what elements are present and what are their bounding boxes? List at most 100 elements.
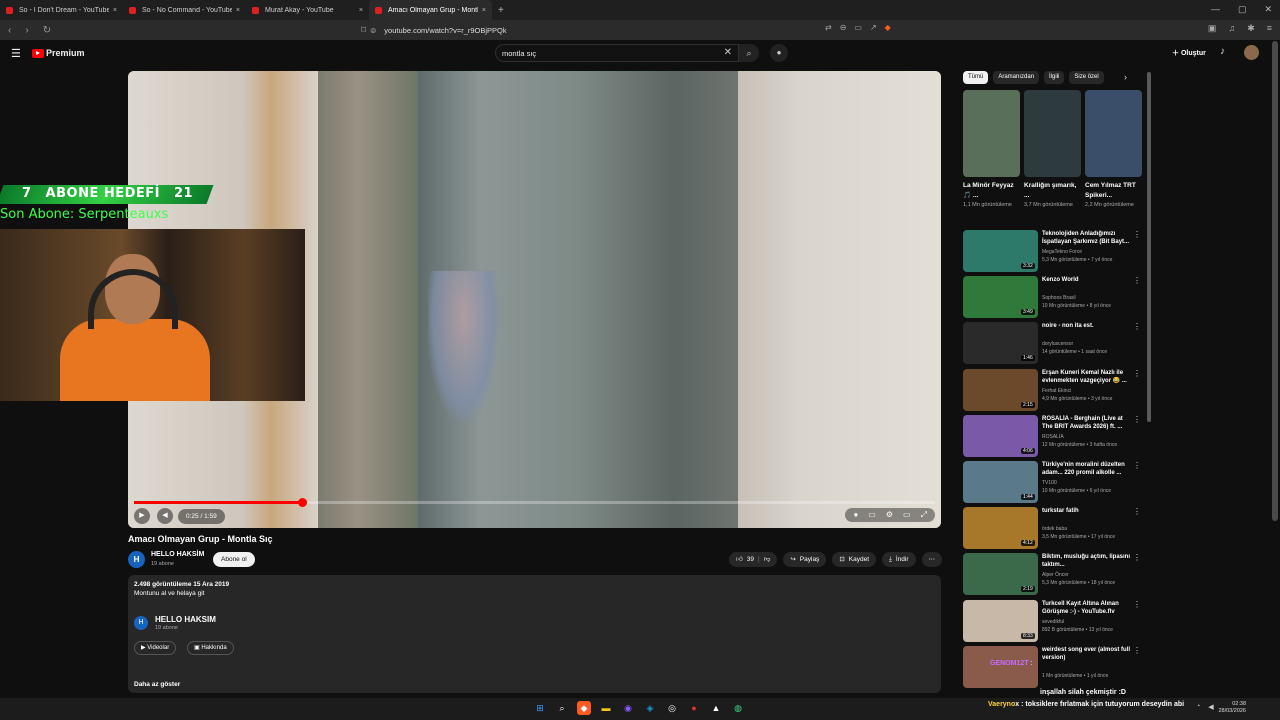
volume-tray-icon[interactable]: ◀	[1208, 703, 1213, 711]
translate-icon[interactable]: ⇄	[825, 23, 832, 32]
recommendation-title[interactable]: turkstar fatih	[1042, 507, 1132, 515]
reload-icon[interactable]: ↻	[43, 25, 51, 36]
recommendation-channel[interactable]: sevedikful	[1042, 619, 1064, 625]
recommendation-channel[interactable]: TV100	[1042, 480, 1057, 486]
download-button[interactable]: ⤓ İndir	[882, 552, 916, 567]
more-actions-button[interactable]: ⋯	[921, 552, 943, 567]
page-scrollbar[interactable]	[1272, 41, 1278, 521]
chevron-right-icon[interactable]: ›	[1124, 72, 1127, 82]
short-card[interactable]: Kralliğın şımarık, ... 3,7 Mn görüntüleme	[1024, 90, 1081, 209]
chip-for-you[interactable]: Size özel	[1069, 71, 1104, 84]
close-window-icon[interactable]: ✕	[1264, 4, 1272, 15]
recommendation-title[interactable]: Turkcell Kayıt Altına Alınan Görüşme :-)…	[1042, 600, 1132, 616]
recommendation-title[interactable]: Kenzo World	[1042, 276, 1132, 284]
short-thumbnail[interactable]	[1024, 90, 1081, 177]
short-thumbnail[interactable]	[1085, 90, 1142, 177]
windows-start-icon[interactable]: ⊞	[533, 701, 547, 715]
description-box[interactable]: 2.498 görüntüleme 15 Ara 2019 Montunu al…	[128, 575, 941, 693]
short-card[interactable]: Cem Yılmaz TRT Spikeri... 2,2 Mn görüntül…	[1085, 90, 1142, 209]
recommendation-title[interactable]: Erşan Kuneri Kemal Nazlı ile evlenmekten…	[1042, 369, 1132, 385]
chip-from-search[interactable]: Aramanızdan	[993, 71, 1040, 84]
close-tab-icon[interactable]: ×	[113, 7, 117, 14]
search-input[interactable]: montla sıç ✕	[495, 44, 739, 62]
chip-all[interactable]: Tümü	[963, 71, 989, 84]
recommendation-title[interactable]: Teknolojiden Anladığımızı İspatlayan Şar…	[1042, 230, 1132, 246]
cast-icon[interactable]: ▭	[854, 23, 862, 32]
clock[interactable]: 02:38 28/03/2026	[1218, 701, 1246, 715]
browser-tab-active[interactable]: Amacı Olmayan Grup - Montla Sıç×	[369, 0, 492, 20]
captions-icon[interactable]: ▭	[868, 510, 876, 520]
recommendation-title[interactable]: ROSALÍA - Berghain (Live at The BRIT Awa…	[1042, 415, 1132, 431]
recommendation-title[interactable]: Türkiye'nin moralini düzelten adam... 22…	[1042, 461, 1132, 477]
recommendation-item[interactable]: 4:06 ROSALÍA - Berghain (Live at The BRIT…	[963, 414, 1143, 461]
recommendation-item[interactable]: 4:12 turkstar fatih ördek baba 3,5 Mn görün…	[963, 507, 1143, 553]
new-tab-button[interactable]: +	[498, 5, 504, 16]
share-button[interactable]: ↪ Paylaş	[783, 552, 827, 567]
more-options-icon[interactable]: ⋮	[1133, 507, 1141, 516]
minimize-icon[interactable]: —	[1211, 4, 1220, 15]
account-avatar[interactable]	[1244, 45, 1259, 60]
close-tab-icon[interactable]: ×	[359, 7, 363, 14]
progress-bar[interactable]	[134, 498, 935, 507]
brave-browser-icon[interactable]: ◆	[577, 701, 591, 715]
back-icon[interactable]: ‹	[8, 25, 11, 36]
theater-mode-icon[interactable]: ▭	[903, 510, 911, 520]
more-options-icon[interactable]: ⋮	[1133, 646, 1141, 655]
media-icon[interactable]: ♫	[1228, 23, 1235, 34]
steam-icon[interactable]: ◈	[643, 701, 657, 715]
browser-tab[interactable]: So - No Command - YouTube ×	[123, 0, 246, 20]
discord-icon[interactable]: ◉	[621, 701, 635, 715]
obs-icon[interactable]: ◎	[665, 701, 679, 715]
more-options-icon[interactable]: ⋮	[1133, 369, 1141, 378]
extensions-icon[interactable]: ✱	[1247, 23, 1255, 34]
voice-search-button[interactable]: ●	[770, 44, 788, 62]
maximize-icon[interactable]: ▢	[1238, 4, 1247, 15]
more-options-icon[interactable]: ⋮	[1133, 553, 1141, 562]
site-info-icon[interactable]: ⊜	[370, 26, 376, 35]
brave-shield-icon[interactable]: ◆	[885, 23, 891, 32]
recommendation-item[interactable]: 2:15 Erşan Kuneri Kemal Nazlı ile evlenme…	[963, 368, 1143, 415]
network-icon[interactable]: ◔	[1196, 703, 1200, 711]
subscribe-button[interactable]: Abone ol	[213, 552, 255, 567]
sidebar-icon[interactable]: ▣	[1208, 23, 1217, 34]
youtube-logo[interactable]: Premium	[32, 48, 85, 58]
clear-search-icon[interactable]: ✕	[724, 47, 732, 58]
like-button[interactable]: 👍︎ 39 | 👎︎	[729, 552, 778, 567]
volume-button[interactable]: ◀	[157, 508, 173, 524]
recommendation-channel[interactable]: MegaTekno Force	[1042, 249, 1082, 255]
recommendation-item[interactable]: 3:32 Teknolojiden Anladığımızı İspatlayan…	[963, 230, 1143, 276]
app-icon[interactable]: ▲	[709, 701, 723, 715]
recording-app-icon[interactable]: ●	[687, 701, 701, 715]
share-icon[interactable]: ↗	[870, 23, 877, 32]
search-button[interactable]: ⌕	[739, 44, 759, 62]
recommendation-title[interactable]: Biktım, musluğu açtım, lipasını taktım..…	[1042, 553, 1132, 569]
videos-button[interactable]: ▶ Videolar	[134, 641, 177, 655]
sidebar-scrollbar[interactable]	[1147, 72, 1151, 422]
recommendation-channel[interactable]: ördek baba	[1042, 526, 1067, 532]
short-thumbnail[interactable]	[963, 90, 1020, 177]
recommendation-item[interactable]: 2:19 Biktım, musluğu açtım, lipasını takt…	[963, 553, 1143, 599]
show-less-link[interactable]: Daha az göster	[134, 681, 180, 688]
channel-avatar[interactable]: H	[128, 551, 145, 568]
save-button[interactable]: ⊡ Kaydet	[832, 552, 877, 567]
channel-avatar-small[interactable]: H	[134, 616, 148, 630]
zoom-icon[interactable]: ⊖	[840, 23, 847, 32]
browser-tab[interactable]: So - I Don't Dream - YouTube ×	[0, 0, 123, 20]
more-options-icon[interactable]: ⋮	[1133, 276, 1141, 285]
recommendation-item[interactable]: 1:46 noire - non ita est. doryluscensor 14 …	[963, 322, 1143, 368]
hamburger-menu-icon[interactable]: ☰	[11, 47, 21, 60]
about-button[interactable]: ▣ Hakkında	[187, 641, 234, 655]
recommendation-channel[interactable]: Sophoos Brasil	[1042, 295, 1076, 301]
autoplay-toggle-icon[interactable]: ●	[853, 510, 858, 520]
close-tab-icon[interactable]: ×	[236, 7, 240, 14]
fullscreen-icon[interactable]: ⤢	[921, 510, 927, 520]
more-options-icon[interactable]: ⋮	[1133, 322, 1141, 331]
recommendation-title[interactable]: noire - non ita est.	[1042, 322, 1132, 330]
notifications-bell-icon[interactable]: ♪	[1220, 46, 1225, 57]
more-options-icon[interactable]: ⋮	[1133, 600, 1141, 609]
recommendation-item[interactable]: weirdest song ever (almost full version)…	[963, 645, 1143, 692]
bookmark-icon[interactable]: ⌑	[361, 25, 366, 36]
browser-tab[interactable]: Murat Akay - YouTube ×	[246, 0, 369, 20]
settings-gear-icon[interactable]: ⚙	[886, 510, 893, 520]
recommendation-channel[interactable]: Ferhat Ekinci	[1042, 388, 1071, 394]
